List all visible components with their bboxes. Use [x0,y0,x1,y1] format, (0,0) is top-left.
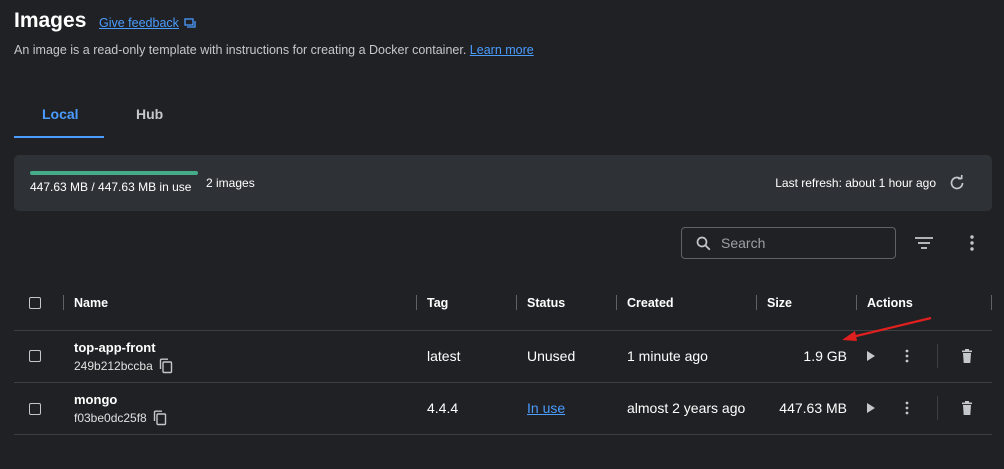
delete-button[interactable] [958,347,976,365]
action-divider [937,344,938,368]
search-icon [696,236,711,250]
image-created: 1 minute ago [627,348,708,364]
more-vert-icon [905,349,909,363]
more-options-button[interactable] [962,233,982,253]
last-refresh-text: Last refresh: about 1 hour ago [775,176,936,190]
column-divider [756,295,757,310]
column-header-status[interactable]: Status [527,296,565,310]
filter-button[interactable] [912,233,936,253]
filter-icon [915,237,933,249]
column-divider [516,295,517,310]
column-divider [616,295,617,310]
tab-local[interactable]: Local [42,106,79,122]
image-id-text: f03be0dc25f8 [74,411,147,425]
active-tab-indicator [14,136,104,138]
learn-more-link[interactable]: Learn more [470,43,534,57]
image-size: 447.63 MB [779,400,847,416]
column-divider [856,295,857,310]
search-input[interactable] [721,235,881,251]
column-header-tag[interactable]: Tag [427,296,448,310]
column-header-created[interactable]: Created [627,296,674,310]
page-title: Images [14,9,87,32]
action-divider [937,396,938,420]
image-status: Unused [527,348,576,364]
image-id-text: 249b212bccba [74,359,153,373]
image-status-link[interactable]: In use [527,400,565,416]
search-box[interactable] [681,227,896,259]
more-vert-icon [970,235,974,251]
column-header-actions: Actions [867,296,913,310]
image-size: 1.9 GB [803,348,847,364]
image-tag: 4.4.4 [427,400,459,416]
row-checkbox[interactable] [29,350,41,362]
copy-icon[interactable] [153,410,167,426]
refresh-button[interactable] [946,172,968,194]
trash-icon [962,401,972,415]
feedback-icon [184,18,196,28]
image-name[interactable]: mongo [74,392,117,407]
delete-button[interactable] [958,399,976,417]
row-divider [14,434,992,435]
disk-usage-text: 447.63 MB / 447.63 MB in use [30,180,192,194]
copy-icon[interactable] [159,358,173,374]
column-divider [63,295,64,310]
run-button[interactable] [862,399,880,417]
row-checkbox[interactable] [29,403,41,415]
trash-icon [962,349,972,363]
images-count: 2 images [206,176,255,190]
image-id: 249b212bccba [74,358,173,374]
page-subtitle: An image is a read-only template with in… [14,43,534,57]
row-more-button[interactable] [898,399,916,417]
give-feedback-label: Give feedback [99,16,179,30]
column-header-name[interactable]: Name [74,296,108,310]
play-icon [867,403,875,413]
column-divider [416,295,417,310]
row-more-button[interactable] [898,347,916,365]
image-name[interactable]: top-app-front [74,340,156,355]
annotation-arrow-icon [842,316,932,341]
give-feedback-link[interactable]: Give feedback [99,16,196,30]
select-all-checkbox[interactable] [29,297,41,309]
subtitle-text: An image is a read-only template with in… [14,43,467,57]
image-created: almost 2 years ago [627,400,746,416]
column-divider [991,295,992,310]
row-divider [14,382,992,383]
more-vert-icon [905,401,909,415]
refresh-icon [950,174,964,190]
image-id: f03be0dc25f8 [74,410,167,426]
column-header-size[interactable]: Size [767,296,792,310]
run-button[interactable] [862,347,880,365]
image-tag: latest [427,348,461,364]
storage-summary: 447.63 MB / 447.63 MB in use 2 images La… [14,155,992,211]
disk-usage-fill [30,171,198,175]
tab-hub[interactable]: Hub [136,106,163,122]
disk-usage-bar [30,171,198,175]
play-icon [867,351,875,361]
